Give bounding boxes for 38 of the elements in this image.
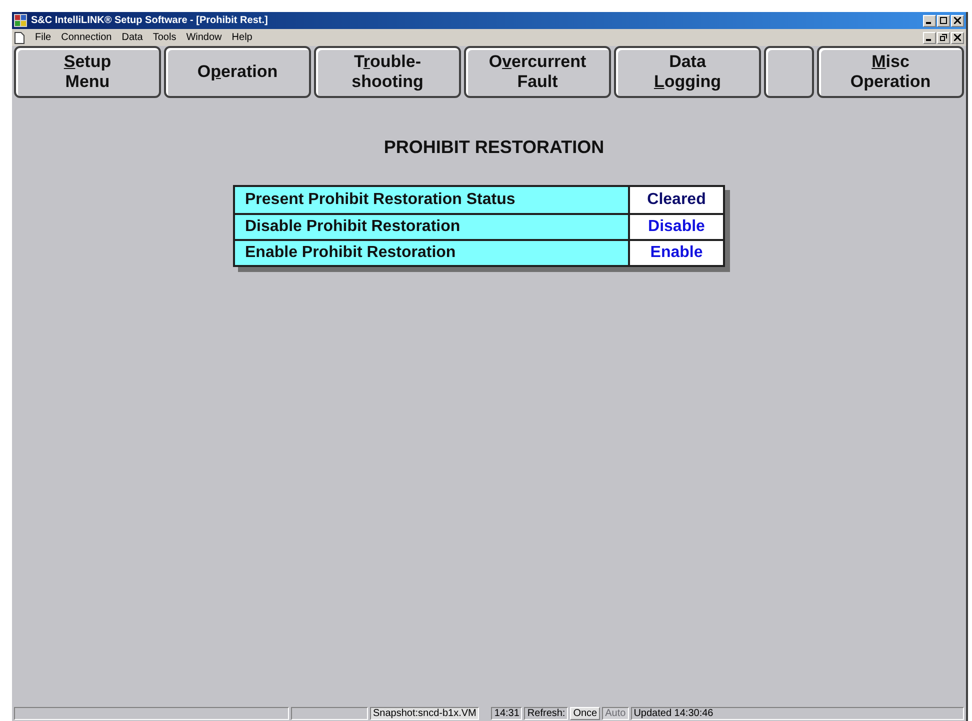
child-restore-button[interactable] (937, 32, 950, 44)
menu-item[interactable]: Tools (152, 30, 176, 45)
child-minimize-button[interactable] (923, 32, 936, 44)
document-icon (14, 32, 25, 44)
close-icon (954, 17, 961, 24)
nav-button[interactable]: Misc Operation (817, 46, 964, 98)
menu-item[interactable]: Help (232, 30, 252, 45)
restore-icon (940, 34, 947, 41)
action-button[interactable]: Disable (630, 215, 723, 239)
maximize-icon (940, 17, 947, 24)
row-label: Present Prohibit Restoration Status (235, 187, 630, 213)
menu-item[interactable]: Connection (61, 30, 112, 45)
menu-item[interactable]: Data (122, 30, 143, 45)
updated-status: Updated 14:30:46 (630, 706, 964, 720)
page-heading: PROHIBIT RESTORATION (382, 136, 604, 159)
close-icon (954, 34, 961, 41)
status-value: Cleared (630, 187, 723, 213)
nav-button[interactable]: Operation (164, 46, 311, 98)
time-status: 14:31 (491, 706, 522, 720)
minimize-button[interactable] (923, 14, 936, 26)
snapshot-status: Snapshot:sncd-b1x.VM (370, 706, 480, 720)
child-close-button[interactable] (951, 32, 964, 44)
row-label: Disable Prohibit Restoration (235, 215, 630, 239)
nav-button[interactable]: Overcurrent Fault (464, 46, 611, 98)
nav-button[interactable]: Trouble- shooting (314, 46, 461, 98)
row-label: Enable Prohibit Restoration (235, 241, 630, 265)
menu-item[interactable]: File (35, 30, 52, 45)
app-icon (14, 14, 27, 27)
close-button[interactable] (951, 14, 964, 26)
nav-button[interactable] (764, 46, 814, 98)
refresh-label: Refresh: (524, 706, 568, 720)
refresh-button[interactable]: Once (570, 706, 600, 720)
nav-button[interactable]: Setup Menu (14, 46, 161, 98)
maximize-button[interactable] (937, 14, 950, 26)
action-button[interactable]: Enable (630, 241, 723, 265)
window-title: S&C IntelliLINK® Setup Software - [Prohibit Rest.] (31, 14, 268, 28)
nav-button[interactable]: Data Logging (614, 46, 761, 98)
menu-item[interactable]: Window (186, 30, 222, 45)
